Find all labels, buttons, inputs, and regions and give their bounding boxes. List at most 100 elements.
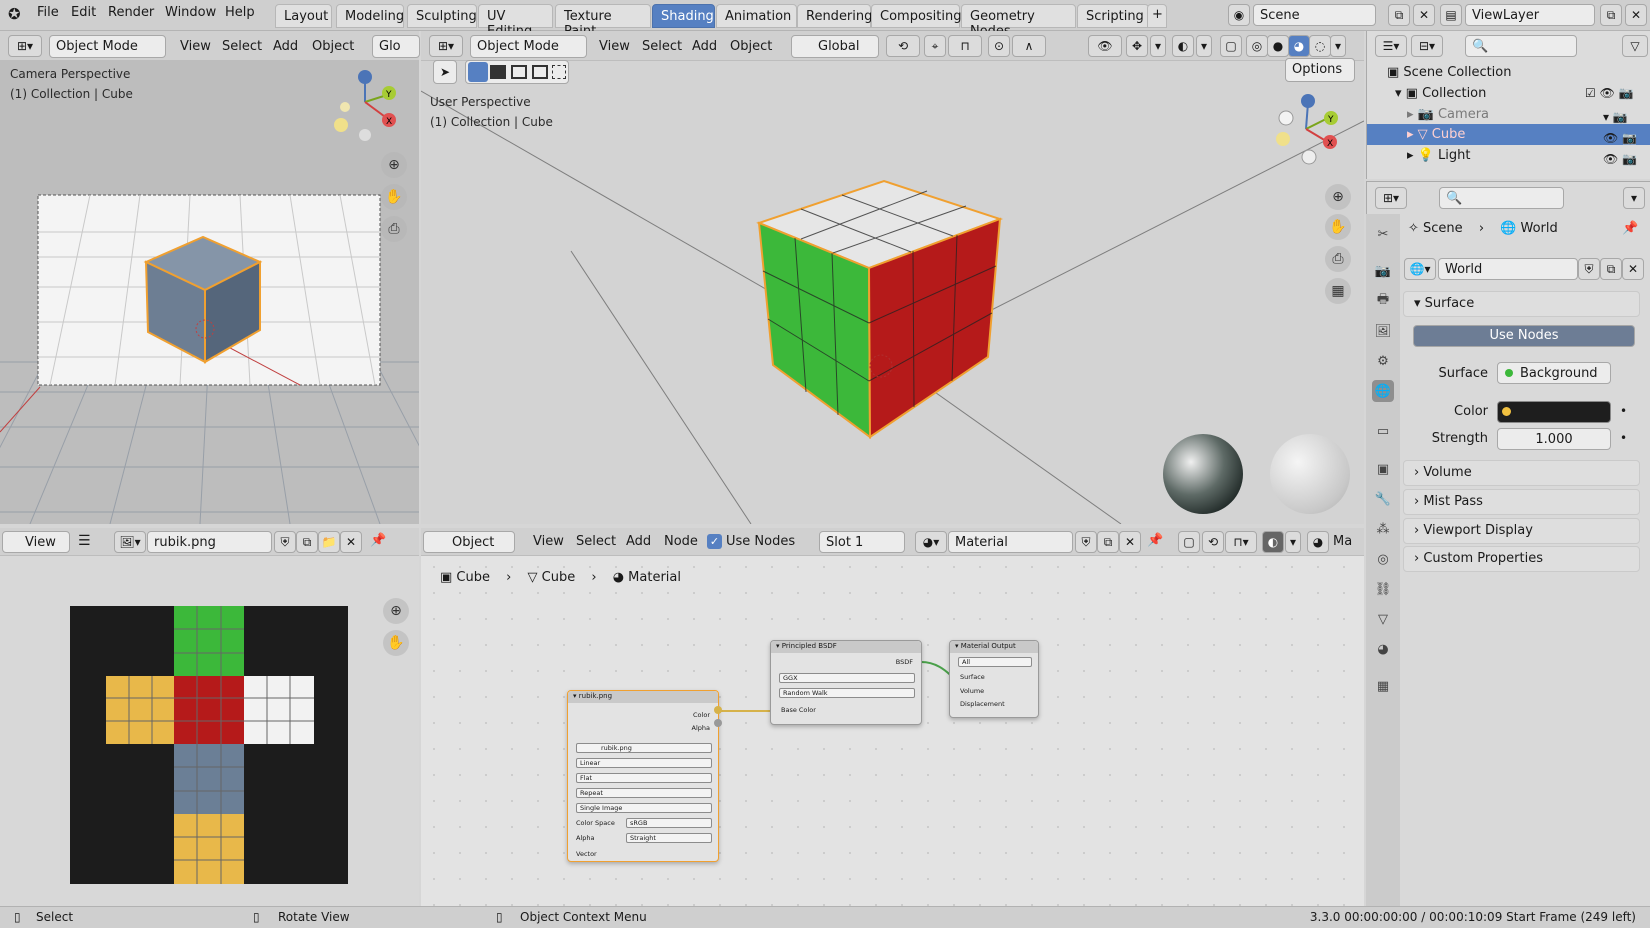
custom-properties-panel-header[interactable]: › Custom Properties	[1403, 546, 1640, 572]
snap-target-icon[interactable]: ⊓	[948, 35, 982, 57]
mist-pass-panel-header[interactable]: › Mist Pass	[1403, 489, 1640, 515]
gizmo-dropdown-icon[interactable]: ▾	[1150, 35, 1166, 57]
view-layer-tab-icon[interactable]: 🖼	[1372, 320, 1394, 342]
image-texture-node[interactable]: ▾ rubik.png Color Alpha rubik.png Linear…	[567, 690, 719, 862]
remove-scene-icon[interactable]: ✕	[1413, 4, 1435, 26]
material-browse-icon[interactable]: ◕▾	[915, 531, 947, 553]
node-menu-view[interactable]: View	[533, 534, 564, 549]
parent-node-icon[interactable]: ▢	[1178, 531, 1200, 553]
snap-icon[interactable]: ⌖	[924, 35, 946, 57]
transform-orientation-dropdown[interactable]: Global	[791, 35, 879, 58]
node-overlay-icon[interactable]: ◐	[1262, 531, 1284, 553]
image-open-icon[interactable]: 📁	[318, 531, 340, 553]
scene-field[interactable]: Scene	[1253, 4, 1376, 26]
main-grid-icon[interactable]: ▦	[1325, 278, 1351, 304]
select-tool-icon[interactable]: ➤	[433, 60, 457, 84]
remove-view-layer-icon[interactable]: ✕	[1625, 4, 1647, 26]
material-output-node[interactable]: ▾ Material Output All Surface Volume Dis…	[949, 640, 1039, 718]
properties-options-icon[interactable]: ▾	[1623, 187, 1645, 209]
shading-dropdown-icon[interactable]: ▾	[1330, 35, 1346, 57]
add-workspace-button[interactable]: +	[1147, 4, 1167, 28]
tab-sculpting[interactable]: Sculpting	[407, 4, 477, 28]
main-editor-type-icon[interactable]: ⊞▾	[429, 35, 463, 57]
tab-scripting[interactable]: Scripting	[1077, 4, 1149, 28]
outliner-row-light[interactable]: ▸ 💡 Light	[1407, 148, 1470, 163]
properties-type-icon[interactable]: ⊞▾	[1375, 187, 1407, 209]
blender-logo-icon[interactable]: ✪	[8, 5, 21, 23]
main-pan-icon[interactable]: ✋	[1325, 214, 1351, 240]
image-new-icon[interactable]: ⧉	[296, 531, 318, 553]
node-type-dropdown[interactable]: Object	[423, 531, 515, 553]
image-pan-icon[interactable]: ✋	[383, 630, 409, 656]
color-keyframe-icon[interactable]: •	[1620, 404, 1627, 418]
camera-menu-view[interactable]: View	[180, 39, 211, 54]
world-tab-icon[interactable]: 🌐	[1372, 380, 1394, 402]
outliner-search-input[interactable]: 🔍	[1465, 35, 1577, 57]
outliner-cube-item[interactable]: ▸ ▽ Cube	[1407, 127, 1465, 142]
tab-shading[interactable]: Shading	[652, 4, 715, 28]
world-name-field[interactable]: World	[1438, 258, 1578, 280]
strength-keyframe-icon[interactable]: •	[1620, 431, 1627, 445]
sidebar-toggle-icon[interactable]: ☰	[78, 533, 91, 549]
image-color-socket[interactable]	[714, 706, 722, 714]
outliner-filter-icon[interactable]: ▽	[1622, 35, 1648, 57]
image-name-field[interactable]: rubik.png	[147, 531, 272, 553]
new-view-layer-icon[interactable]: ⧉	[1600, 4, 1622, 26]
camera-menu-object[interactable]: Object	[312, 39, 354, 54]
camera-view-icon[interactable]: ⎙	[381, 216, 407, 242]
strength-field[interactable]: 1.000	[1497, 428, 1611, 450]
tab-uv-editing[interactable]: UV Editing	[478, 4, 553, 39]
overlay-dropdown-icon[interactable]: ▾	[1196, 35, 1212, 57]
node-material-partial[interactable]: Ma	[1333, 534, 1352, 549]
material-tab-icon[interactable]: ◕	[1372, 638, 1394, 660]
main-navigation-gizmo[interactable]: Y X	[1261, 91, 1351, 181]
projection-dropdown[interactable]: Flat	[576, 773, 712, 783]
camera-viewport[interactable]: Camera Perspective (1) Collection | Cube…	[0, 32, 419, 524]
interpolation-dropdown[interactable]: Linear	[576, 758, 712, 768]
proportional-icon[interactable]: ⊙	[988, 35, 1010, 57]
image-fake-user-icon[interactable]: ⛨	[274, 531, 296, 553]
zoom-icon[interactable]: ⊕	[381, 152, 407, 178]
image-view-dropdown[interactable]: View	[2, 531, 70, 553]
image-browse-icon[interactable]: 🖼▾	[114, 531, 146, 553]
main-menu-select[interactable]: Select	[642, 39, 682, 54]
view-layer-field[interactable]: ViewLayer	[1465, 4, 1595, 26]
material-unlink-icon[interactable]: ✕	[1119, 531, 1141, 553]
shader-type-icon[interactable]: ◕	[1307, 531, 1329, 553]
image-zoom-icon[interactable]: ⊕	[383, 598, 409, 624]
main-zoom-icon[interactable]: ⊕	[1325, 184, 1351, 210]
tab-rendering[interactable]: Rendering	[797, 4, 872, 28]
scene-tab-icon[interactable]: ⚙	[1372, 350, 1394, 372]
main-camera-icon[interactable]: ⎙	[1325, 246, 1351, 272]
menu-window[interactable]: Window	[165, 5, 216, 20]
material-name-field[interactable]: Material	[948, 531, 1073, 553]
main-viewport[interactable]: User Perspective (1) Collection | Cube Y…	[421, 61, 1364, 524]
surface-panel-header[interactable]: ▾ Surface	[1403, 291, 1640, 317]
scene-icon[interactable]: ◉	[1228, 4, 1250, 26]
camera-menu-add[interactable]: Add	[273, 39, 298, 54]
world-new-icon[interactable]: ⧉	[1600, 258, 1622, 280]
camera-transform-dropdown[interactable]: Glo	[372, 35, 420, 58]
output-target-dropdown[interactable]: All	[958, 657, 1032, 667]
menu-edit[interactable]: Edit	[71, 5, 96, 20]
view-layer-icon[interactable]: ▤	[1440, 4, 1462, 26]
snap-node-icon[interactable]: ⟲	[1202, 531, 1224, 553]
main-mode-dropdown[interactable]: Object Mode	[470, 35, 587, 58]
data-tab-icon[interactable]: ▽	[1372, 608, 1394, 630]
render-tab-icon[interactable]: 📷	[1372, 260, 1394, 282]
node-snap-target-icon[interactable]: ⊓▾	[1225, 531, 1257, 553]
principled-bsdf-node[interactable]: ▾ Principled BSDF BSDF GGX Random Walk B…	[770, 640, 922, 725]
tab-compositing[interactable]: Compositing	[871, 4, 962, 28]
constraint-tab-icon[interactable]: ⛓	[1372, 578, 1394, 600]
node-menu-node[interactable]: Node	[664, 534, 698, 549]
options-button[interactable]: Options	[1285, 58, 1355, 82]
particles-tab-icon[interactable]: ⁂	[1372, 518, 1394, 540]
alpha-mode-dropdown[interactable]: Straight	[626, 833, 712, 843]
image-alpha-socket[interactable]	[714, 719, 722, 727]
material-fake-user-icon[interactable]: ⛨	[1075, 531, 1097, 553]
collection-tab-icon[interactable]: ▭	[1372, 420, 1394, 442]
collection-row[interactable]: ▾ ▣ Collection	[1395, 86, 1486, 101]
select-extend-icon[interactable]	[490, 65, 506, 79]
color-swatch[interactable]	[1497, 401, 1611, 423]
tool-tab-icon[interactable]: ✂	[1372, 223, 1394, 245]
